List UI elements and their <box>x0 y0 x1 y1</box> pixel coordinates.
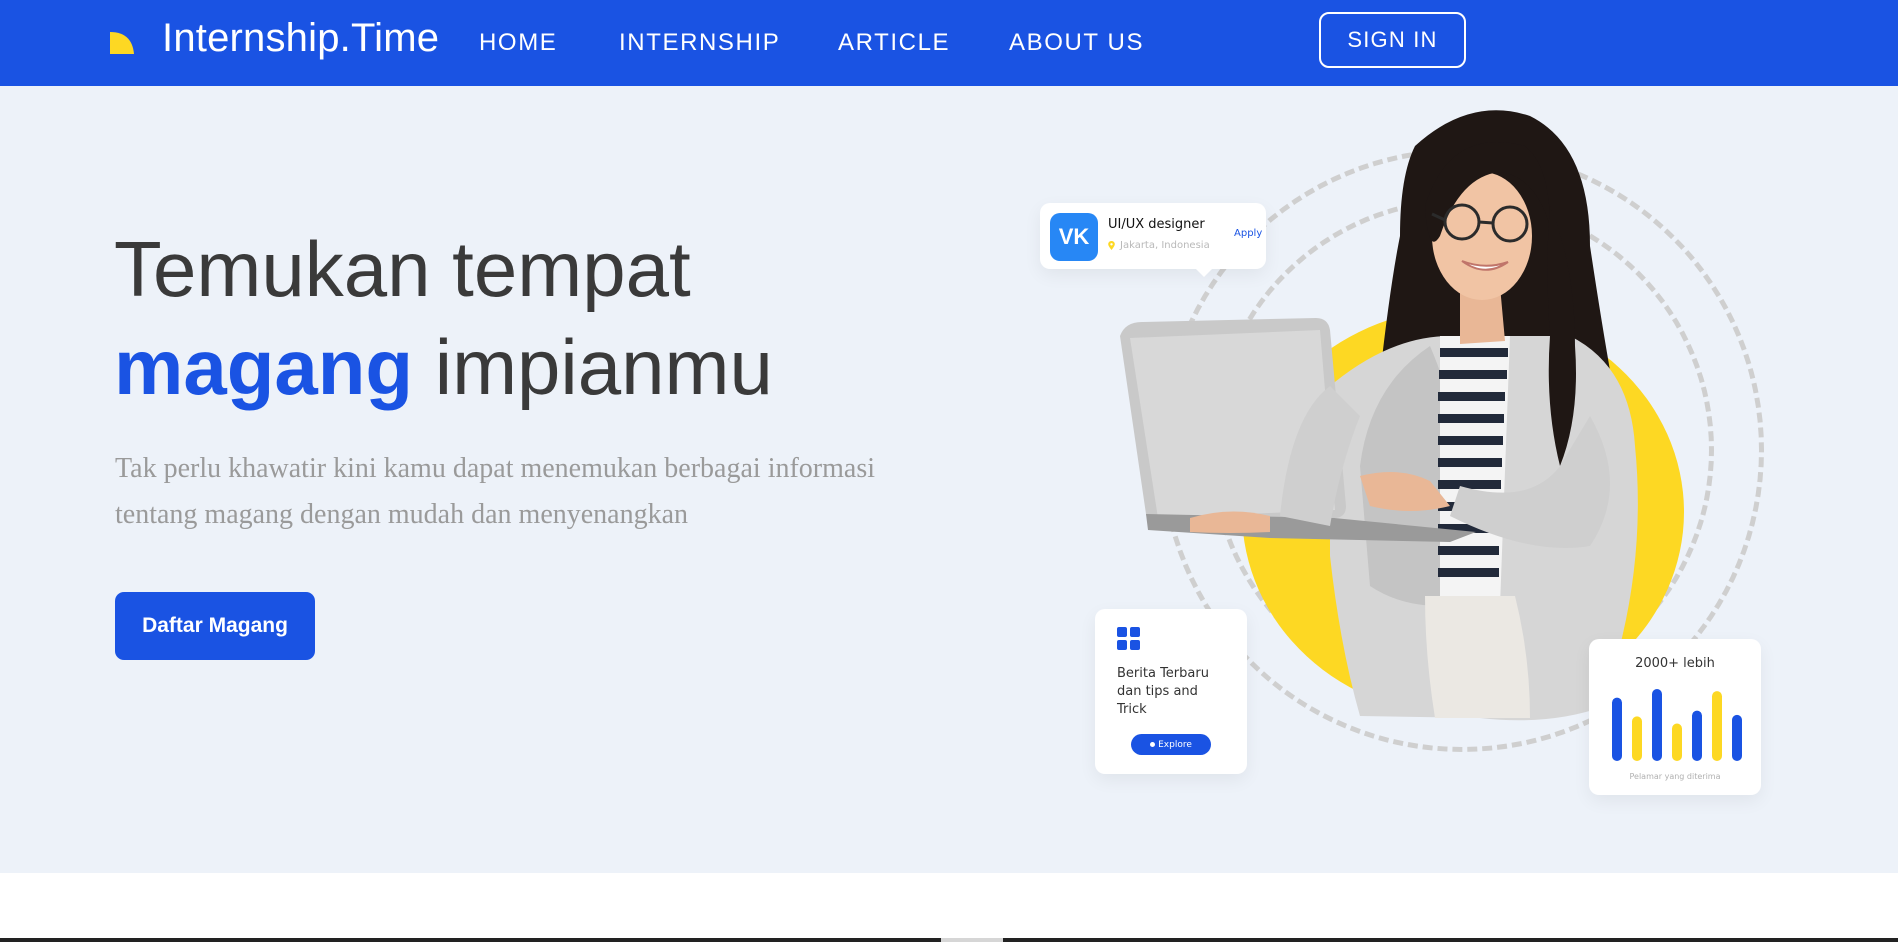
nav-home[interactable]: HOME <box>479 29 557 57</box>
hero-title-line1: Temukan tempat <box>114 225 691 313</box>
explore-button[interactable]: Explore <box>1131 734 1211 755</box>
daftar-magang-button[interactable]: Daftar Magang <box>115 592 315 660</box>
stats-bar-chart <box>1612 689 1742 761</box>
nav-article[interactable]: ARTICLE <box>838 29 950 57</box>
location-pin-icon <box>1108 241 1115 250</box>
hero-title-rest: impianmu <box>413 323 773 411</box>
brand-name[interactable]: Internship.Time <box>162 16 439 61</box>
hero-title-accent: magang <box>114 323 414 411</box>
explore-label: Explore <box>1158 739 1192 750</box>
stats-card: 2000+ lebih Pelamar yang diterima <box>1589 639 1761 795</box>
sign-in-button[interactable]: SIGN IN <box>1319 12 1466 68</box>
nav-internship[interactable]: INTERNSHIP <box>619 29 780 57</box>
hero-title-line2: magang impianmu <box>114 318 773 416</box>
stats-bar <box>1612 697 1622 761</box>
bottom-divider-segment <box>941 938 1003 942</box>
stats-bar <box>1732 714 1742 761</box>
top-navbar: Internship.Time HOME INTERNSHIP ARTICLE … <box>0 0 1898 86</box>
news-title: Berita Terbaru dan tips and Trick <box>1117 666 1209 717</box>
stats-bar <box>1692 710 1702 761</box>
hero-title: Temukan tempat magang impianmu <box>114 220 773 416</box>
job-card[interactable]: VK UI/UX designer Jakarta, Indonesia App… <box>1040 203 1266 277</box>
hero-section: Temukan tempat magang impianmu Tak perlu… <box>0 86 1898 873</box>
stats-bar <box>1652 689 1662 761</box>
hero-illustration: VK UI/UX designer Jakarta, Indonesia App… <box>1030 86 1830 873</box>
stats-bar <box>1632 716 1642 761</box>
hero-subtitle: Tak perlu khawatir kini kamu dapat menem… <box>115 453 876 530</box>
explore-dot-icon <box>1150 742 1156 747</box>
grid-icon <box>1117 627 1140 650</box>
job-location: Jakarta, Indonesia <box>1120 240 1210 251</box>
stats-bar <box>1712 691 1722 761</box>
logo-icon <box>110 32 134 54</box>
striped-shirt <box>1438 336 1510 606</box>
job-title: UI/UX designer <box>1108 217 1205 232</box>
stats-bar <box>1672 723 1682 761</box>
stats-title: 2000+ lebih <box>1635 656 1715 671</box>
vk-logo-icon: VK <box>1050 213 1098 261</box>
stats-caption: Pelamar yang diterima <box>1629 772 1721 781</box>
nav-about-us[interactable]: ABOUT US <box>1009 29 1144 57</box>
news-card: Berita Terbaru dan tips and Trick Explor… <box>1095 609 1247 774</box>
apply-link[interactable]: Apply <box>1234 228 1262 239</box>
